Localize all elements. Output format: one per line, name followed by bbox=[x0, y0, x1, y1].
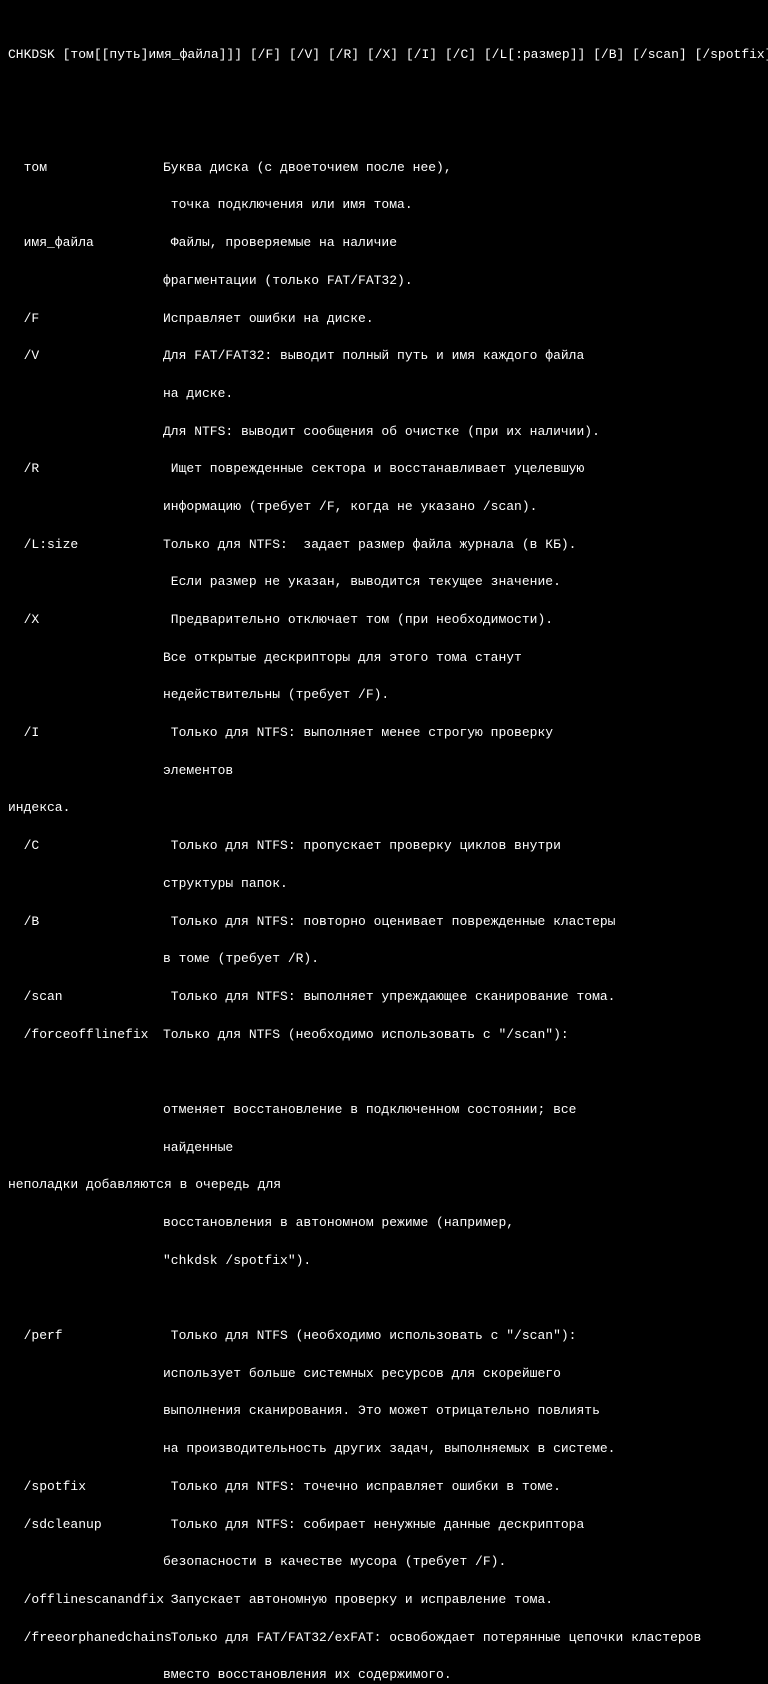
blank-line bbox=[8, 1063, 760, 1082]
param-line: /X Предварительно отключает том (при нео… bbox=[8, 611, 760, 630]
param-forceofflinefix: /forceofflinefix bbox=[8, 1026, 163, 1045]
param-f-desc: Исправляет ошибки на диске. bbox=[163, 310, 374, 329]
param-x-desc2: Все открытые дескрипторы для этого тома … bbox=[8, 649, 760, 668]
blank-line bbox=[8, 121, 760, 140]
param-scan: /scan bbox=[8, 988, 163, 1007]
param-line: /offlinescanandfix Запускает автономную … bbox=[8, 1591, 760, 1610]
param-forceofflinefix-desc2: отменяет восстановление в подключенном с… bbox=[8, 1101, 760, 1120]
param-c: /C bbox=[8, 837, 163, 856]
param-forceofflinefix-desc5: восстановления в автономном режиме (напр… bbox=[8, 1214, 760, 1233]
param-perf-desc3: выполнения сканирования. Это может отриц… bbox=[8, 1402, 760, 1421]
param-b-desc2: в томе (требует /R). bbox=[8, 950, 760, 969]
param-line: томБуква диска (с двоеточием после нее), bbox=[8, 159, 760, 178]
param-fname-desc: Файлы, проверяемые на наличие bbox=[163, 234, 397, 253]
param-line: /perf Только для NTFS (необходимо исполь… bbox=[8, 1327, 760, 1346]
param-forceofflinefix-desc3: найденные bbox=[8, 1139, 760, 1158]
param-forceofflinefix-desc: Только для NTFS (необходимо использовать… bbox=[163, 1026, 569, 1045]
param-forceofflinefix-desc6: "chkdsk /spotfix"). bbox=[8, 1252, 760, 1271]
param-perf-desc: Только для NTFS (необходимо использовать… bbox=[163, 1327, 576, 1346]
param-tom-desc2: точка подключения или имя тома. bbox=[8, 196, 760, 215]
param-fname-desc2: фрагментации (только FAT/FAT32). bbox=[8, 272, 760, 291]
param-line: /I Только для NTFS: выполняет менее стро… bbox=[8, 724, 760, 743]
param-line: /scan Только для NTFS: выполняет упрежда… bbox=[8, 988, 760, 1007]
param-b: /B bbox=[8, 913, 163, 932]
param-v-desc: Для FAT/FAT32: выводит полный путь и имя… bbox=[163, 347, 584, 366]
param-i: /I bbox=[8, 724, 163, 743]
blank-line bbox=[8, 1289, 760, 1308]
param-lsize-desc: Только для NTFS: задает размер файла жур… bbox=[163, 536, 576, 555]
param-line: /forceofflinefixТолько для NTFS (необход… bbox=[8, 1026, 760, 1045]
param-perf-desc2: использует больше системных ресурсов для… bbox=[8, 1365, 760, 1384]
param-c-desc2: структуры папок. bbox=[8, 875, 760, 894]
param-line: /FИсправляет ошибки на диске. bbox=[8, 310, 760, 329]
param-offlinescanandfix: /offlinescanandfix bbox=[8, 1591, 163, 1610]
param-scan-desc: Только для NTFS: выполняет упреждающее с… bbox=[163, 988, 615, 1007]
param-freeorphanedchains-desc: Только для FAT/FAT32/exFAT: освобождает … bbox=[163, 1629, 701, 1648]
param-r-desc2: информацию (требует /F, когда не указано… bbox=[8, 498, 760, 517]
param-spotfix: /spotfix bbox=[8, 1478, 163, 1497]
param-b-desc: Только для NTFS: повторно оценивает повр… bbox=[163, 913, 615, 932]
param-sdcleanup: /sdcleanup bbox=[8, 1516, 163, 1535]
param-v-desc3: Для NTFS: выводит сообщения об очистке (… bbox=[8, 423, 760, 442]
param-perf-desc4: на производительность других задач, выпо… bbox=[8, 1440, 760, 1459]
param-line: имя_файла Файлы, проверяемые на наличие bbox=[8, 234, 760, 253]
param-lsize: /L:size bbox=[8, 536, 163, 555]
param-forceofflinefix-desc4: неполадки добавляются в очередь для bbox=[8, 1176, 760, 1195]
param-i-desc3: индекса. bbox=[8, 799, 760, 818]
param-offlinescanandfix-desc: Запускает автономную проверку и исправле… bbox=[163, 1591, 553, 1610]
param-lsize-desc2: Если размер не указан, выводится текущее… bbox=[8, 573, 760, 592]
param-line: /VДля FAT/FAT32: выводит полный путь и и… bbox=[8, 347, 760, 366]
blank-line bbox=[8, 83, 760, 102]
param-perf: /perf bbox=[8, 1327, 163, 1346]
param-line: /spotfix Только для NTFS: точечно исправ… bbox=[8, 1478, 760, 1497]
param-f: /F bbox=[8, 310, 163, 329]
param-c-desc: Только для NTFS: пропускает проверку цик… bbox=[163, 837, 561, 856]
param-i-desc2: элементов bbox=[8, 762, 760, 781]
param-i-desc: Только для NTFS: выполняет менее строгую… bbox=[163, 724, 553, 743]
param-tom: том bbox=[8, 159, 163, 178]
param-line: /L:sizeТолько для NTFS: задает размер фа… bbox=[8, 536, 760, 555]
param-x: /X bbox=[8, 611, 163, 630]
param-spotfix-desc: Только для NTFS: точечно исправляет ошиб… bbox=[163, 1478, 561, 1497]
param-v: /V bbox=[8, 347, 163, 366]
param-r: /R bbox=[8, 460, 163, 479]
param-x-desc: Предварительно отключает том (при необхо… bbox=[163, 611, 553, 630]
param-sdcleanup-desc: Только для NTFS: собирает ненужные данны… bbox=[163, 1516, 584, 1535]
param-x-desc3: недействительны (требует /F). bbox=[8, 686, 760, 705]
param-line: /sdcleanup Только для NTFS: собирает нен… bbox=[8, 1516, 760, 1535]
param-freeorphanedchains: /freeorphanedchains bbox=[8, 1629, 163, 1648]
param-line: /B Только для NTFS: повторно оценивает п… bbox=[8, 913, 760, 932]
param-fname: имя_файла bbox=[8, 234, 163, 253]
param-line: /freeorphanedchains Только для FAT/FAT32… bbox=[8, 1629, 760, 1648]
param-v-desc2: на диске. bbox=[8, 385, 760, 404]
param-line: /C Только для NTFS: пропускает проверку … bbox=[8, 837, 760, 856]
param-sdcleanup-desc2: безопасности в качестве мусора (требует … bbox=[8, 1553, 760, 1572]
param-line: /R Ищет поврежденные сектора и восстанав… bbox=[8, 460, 760, 479]
param-tom-desc: Буква диска (с двоеточием после нее), bbox=[163, 159, 452, 178]
param-r-desc: Ищет поврежденные сектора и восстанавлив… bbox=[163, 460, 584, 479]
param-freeorphanedchains-desc2: вместо восстановления их содержимого. bbox=[8, 1666, 760, 1684]
syntax-line: CHKDSK [том[[путь]имя_файла]]] [/F] [/V]… bbox=[8, 46, 760, 65]
